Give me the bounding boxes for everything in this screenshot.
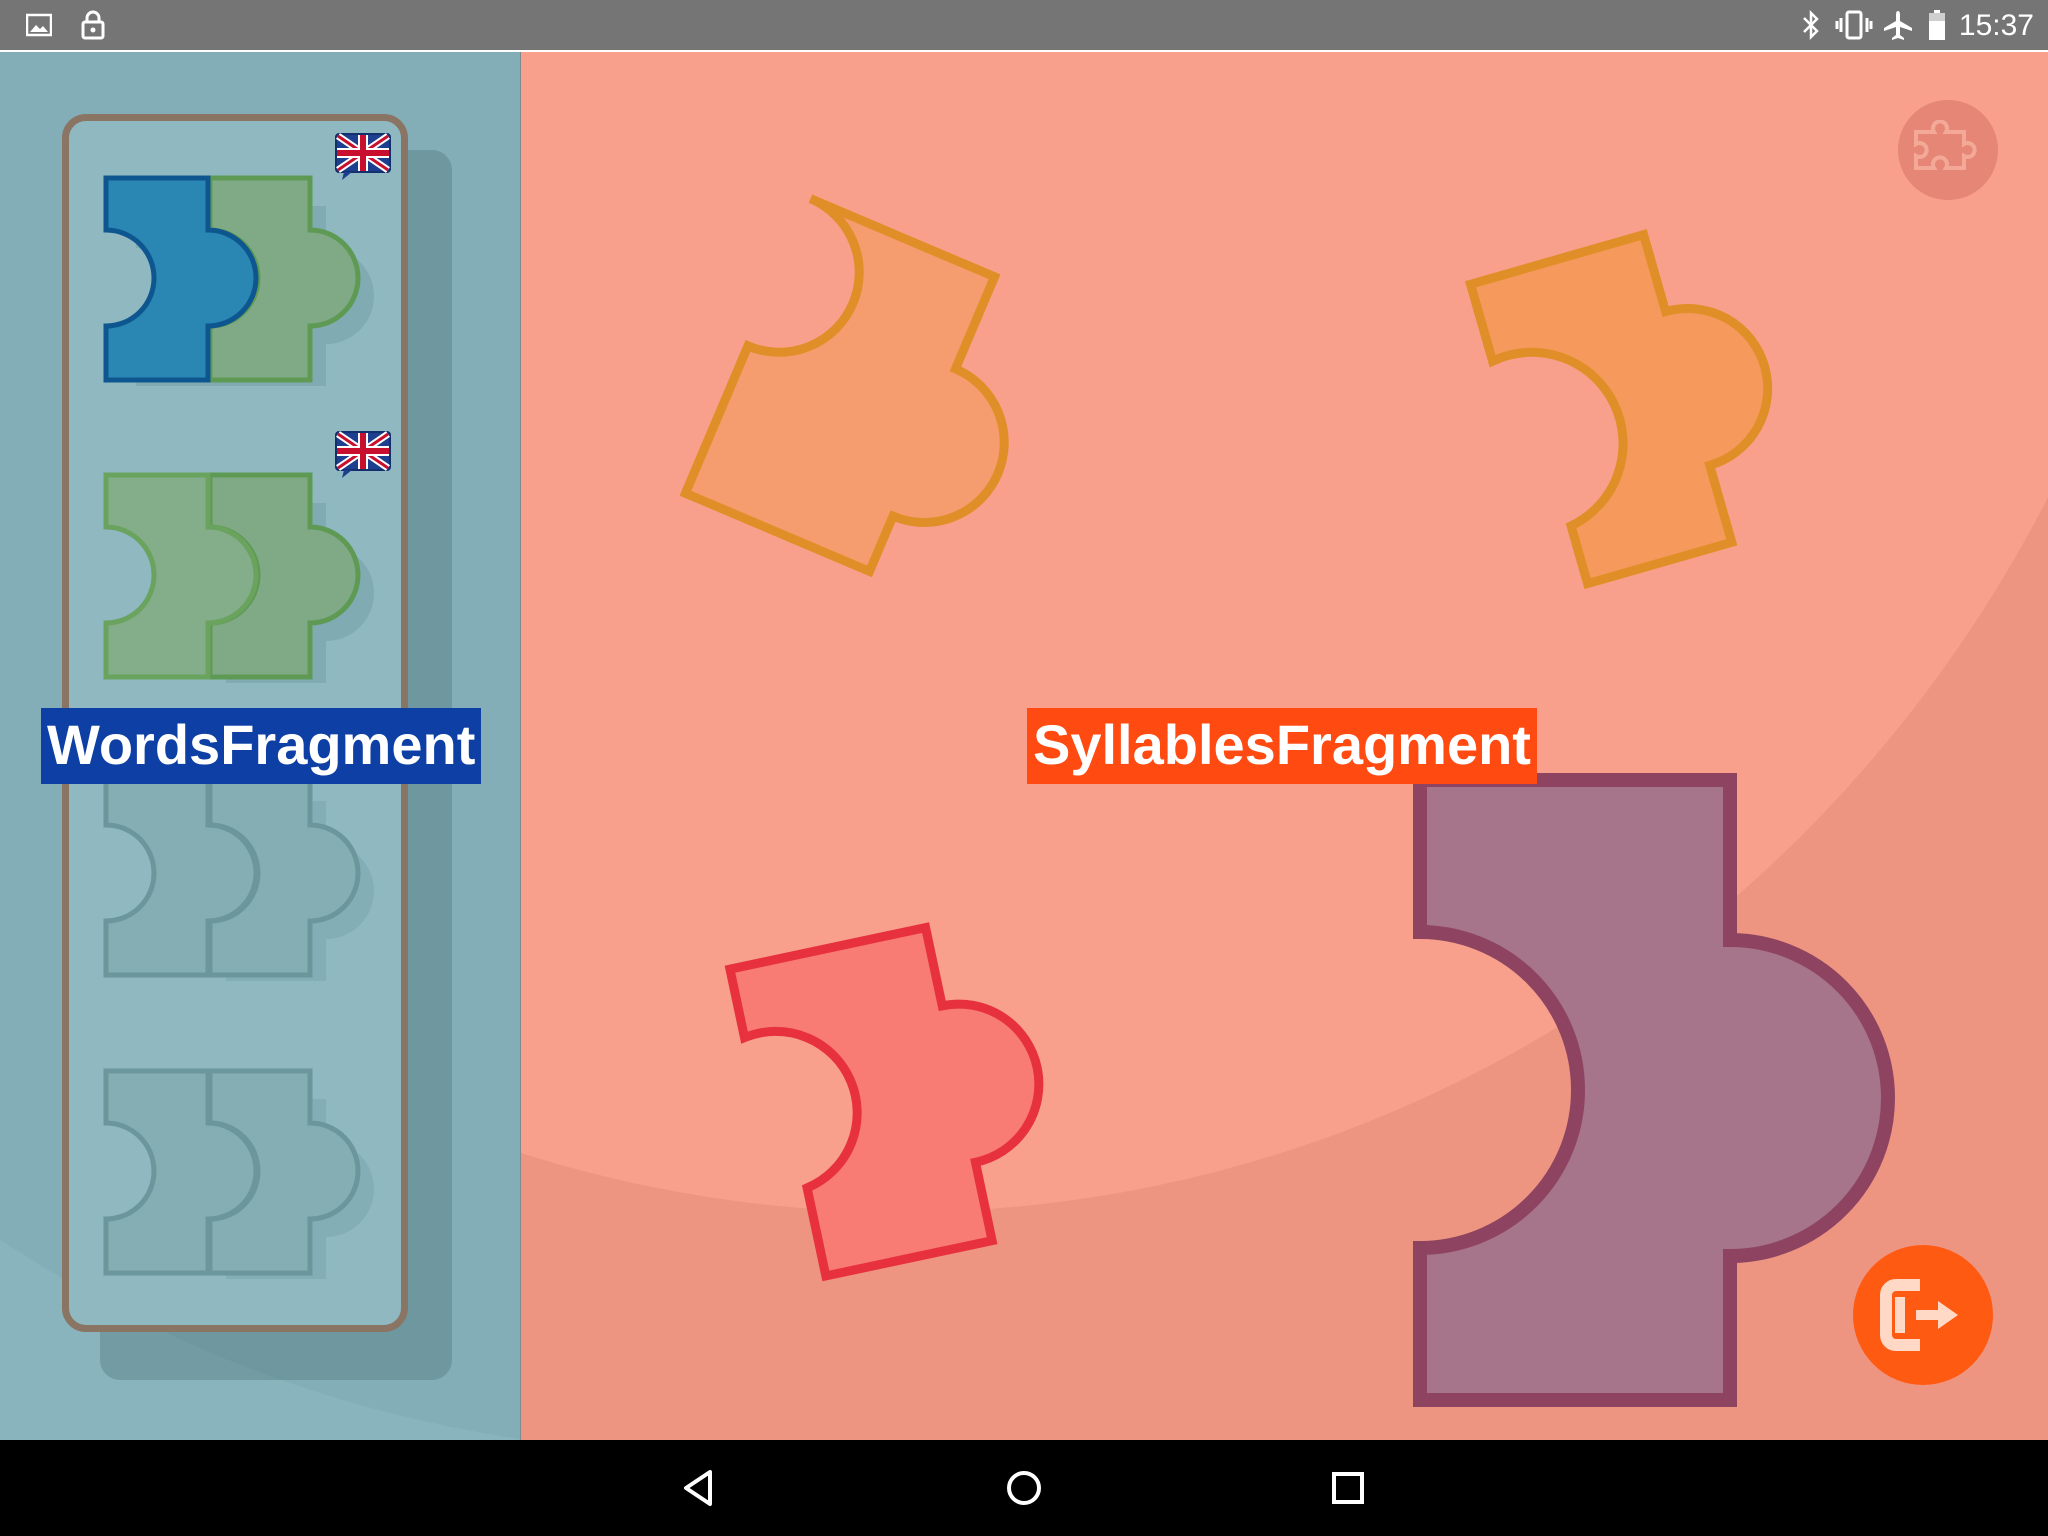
syllable-piece-4[interactable]: [1410, 770, 1910, 1420]
syllable-piece-2[interactable]: [1420, 160, 1840, 650]
word-slot-2[interactable]: [100, 467, 390, 697]
back-icon: [684, 1470, 712, 1506]
lock-icon: [76, 0, 110, 50]
syllable-piece-1[interactable]: [630, 140, 1050, 630]
uk-flag-icon[interactable]: [334, 132, 392, 182]
puzzle-button[interactable]: [1898, 100, 1998, 200]
recents-button[interactable]: [1300, 1440, 1396, 1536]
recents-icon: [1332, 1472, 1364, 1504]
vibrate-icon: [1834, 0, 1874, 50]
exit-button[interactable]: [1853, 1245, 1993, 1385]
back-button[interactable]: [652, 1440, 748, 1536]
bluetooth-icon: [1796, 0, 1826, 50]
image-icon: [22, 0, 56, 50]
uk-flag-icon[interactable]: [334, 430, 392, 480]
word-slot-4[interactable]: [100, 1063, 390, 1293]
syllables-fragment-label: SyllablesFragment: [1027, 708, 1537, 784]
syllable-piece-3[interactable]: [660, 860, 1080, 1350]
battery-icon: [1926, 0, 1948, 50]
home-icon: [1007, 1471, 1041, 1505]
status-clock: 15:37: [1958, 9, 2034, 42]
word-slot-1[interactable]: [100, 170, 390, 400]
puzzle-icon: [1914, 120, 1977, 170]
word-slot-3[interactable]: [100, 765, 390, 995]
status-bar: 15:37: [0, 0, 2048, 50]
navigation-bar: [0, 1440, 2048, 1536]
home-button[interactable]: [976, 1440, 1072, 1536]
words-fragment-label: WordsFragment: [41, 708, 482, 784]
exit-icon: [1880, 1279, 1958, 1351]
airplane-icon: [1880, 0, 1916, 50]
screen: 15:37 WordsFragment SyllablesFragment: [0, 0, 2048, 1536]
